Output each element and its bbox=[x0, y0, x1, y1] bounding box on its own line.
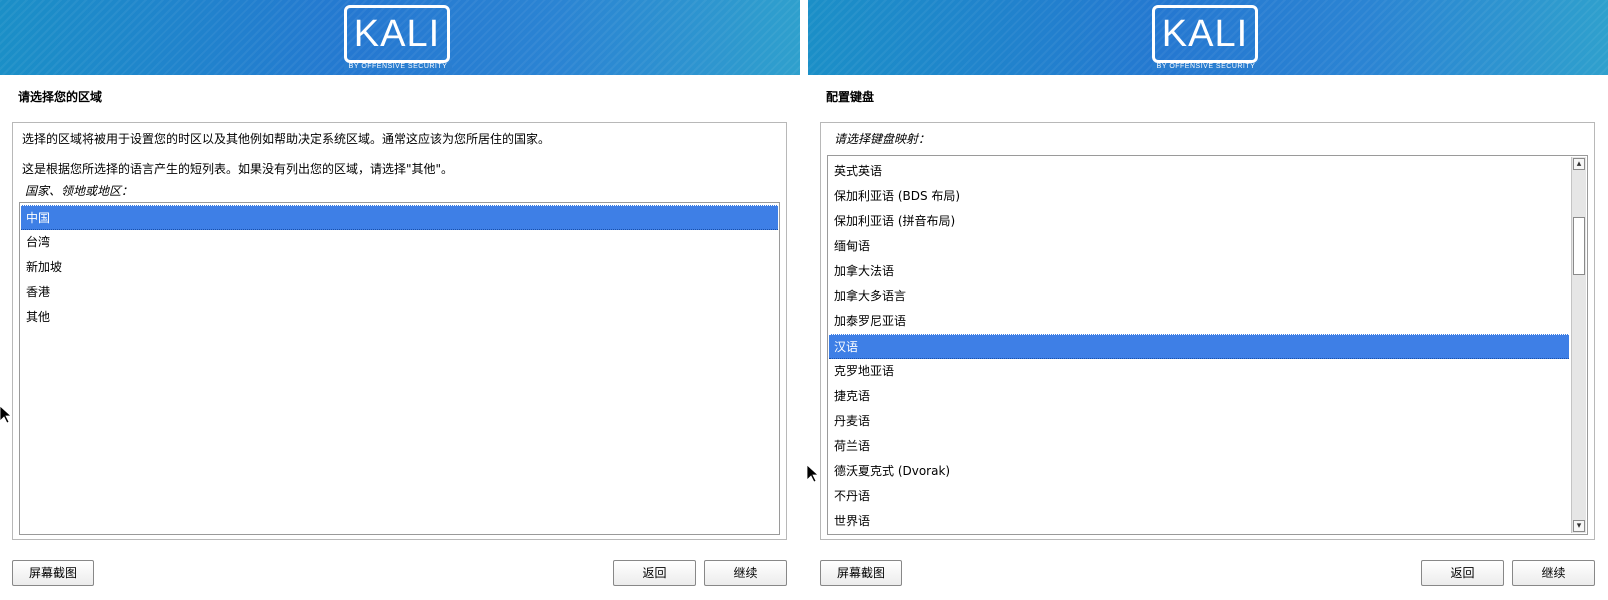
list-item[interactable]: 加拿大法语 bbox=[829, 259, 1569, 284]
mouse-cursor-icon bbox=[0, 406, 12, 424]
page-title: 请选择您的区域 bbox=[18, 90, 103, 104]
scroll-down-icon[interactable]: ▾ bbox=[1573, 520, 1585, 532]
list-item[interactable]: 捷克语 bbox=[829, 384, 1569, 409]
list-item[interactable]: 世界语 bbox=[829, 509, 1569, 534]
kali-banner: KALI BY OFFENSIVE SECURITY bbox=[0, 0, 800, 75]
list-item[interactable]: 其他 bbox=[21, 305, 778, 330]
list-prompt: 请选择键盘映射： bbox=[834, 132, 931, 146]
list-item[interactable]: 克罗地亚语 bbox=[829, 359, 1569, 384]
continue-button[interactable]: 继续 bbox=[704, 560, 787, 586]
list-item[interactable]: 新加坡 bbox=[21, 255, 778, 280]
description-text-2: 这是根据您所选择的语言产生的短列表。如果没有列出您的区域，请选择"其他"。 bbox=[22, 162, 454, 176]
scroll-up-icon[interactable]: ▴ bbox=[1573, 158, 1585, 170]
kali-logo: KALI bbox=[1152, 5, 1258, 63]
list-item[interactable]: 加泰罗尼亚语 bbox=[829, 309, 1569, 334]
kali-logo-subtitle: BY OFFENSIVE SECURITY bbox=[1152, 63, 1260, 70]
back-button[interactable]: 返回 bbox=[613, 560, 696, 586]
list-item[interactable]: 英式英语 bbox=[829, 159, 1569, 184]
country-listbox[interactable]: 中国 台湾 新加坡 香港 其他 bbox=[19, 202, 780, 535]
list-scrollbar[interactable]: ▴ ▾ bbox=[1571, 157, 1586, 533]
back-button[interactable]: 返回 bbox=[1421, 560, 1504, 586]
list-item[interactable]: 加拿大多语言 bbox=[829, 284, 1569, 309]
scroll-thumb[interactable] bbox=[1573, 217, 1585, 275]
screenshot-button[interactable]: 屏幕截图 bbox=[12, 560, 94, 586]
list-item[interactable]: 不丹语 bbox=[829, 484, 1569, 509]
list-item[interactable]: 保加利亚语 (拼音布局) bbox=[829, 209, 1569, 234]
list-item[interactable]: 中国 bbox=[21, 205, 778, 230]
list-item[interactable]: 保加利亚语 (BDS 布局) bbox=[829, 184, 1569, 209]
keymap-listbox[interactable]: 英式英语 保加利亚语 (BDS 布局) 保加利亚语 (拼音布局) 缅甸语 加拿大… bbox=[827, 155, 1588, 535]
page-title: 配置键盘 bbox=[826, 90, 875, 104]
list-item[interactable]: 缅甸语 bbox=[829, 234, 1569, 259]
list-item[interactable]: 台湾 bbox=[21, 230, 778, 255]
screenshot-button[interactable]: 屏幕截图 bbox=[820, 560, 902, 586]
keyboard-config-panel: KALI BY OFFENSIVE SECURITY 配置键盘 请选择键盘映射：… bbox=[808, 0, 1608, 600]
list-item[interactable]: 德沃夏克式 (Dvorak) bbox=[829, 459, 1569, 484]
kali-banner: KALI BY OFFENSIVE SECURITY bbox=[808, 0, 1608, 75]
kali-logo-text: KALI bbox=[353, 13, 441, 55]
description-text: 选择的区域将被用于设置您的时区以及其他例如帮助决定系统区域。通常这应该为您所居住… bbox=[22, 132, 551, 146]
kali-logo-text: KALI bbox=[1161, 13, 1249, 55]
list-item[interactable]: 荷兰语 bbox=[829, 434, 1569, 459]
kali-logo: KALI bbox=[344, 5, 450, 63]
list-item[interactable]: 丹麦语 bbox=[829, 409, 1569, 434]
list-item[interactable]: 汉语 bbox=[829, 334, 1569, 359]
mouse-cursor-icon bbox=[807, 465, 819, 483]
region-selection-panel: KALI BY OFFENSIVE SECURITY 请选择您的区域 选择的区域… bbox=[0, 0, 800, 600]
continue-button[interactable]: 继续 bbox=[1512, 560, 1595, 586]
kali-logo-subtitle: BY OFFENSIVE SECURITY bbox=[344, 63, 452, 70]
list-item[interactable]: 香港 bbox=[21, 280, 778, 305]
list-prompt: 国家、领地或地区： bbox=[25, 184, 134, 198]
